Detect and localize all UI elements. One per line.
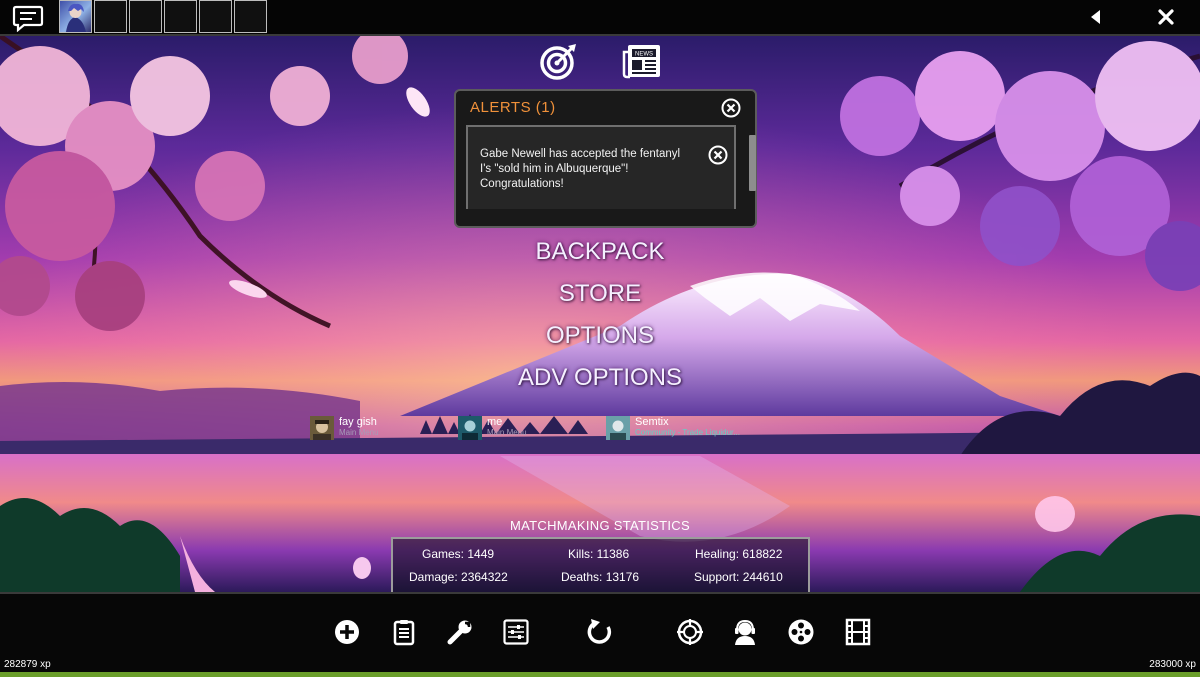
menu-options[interactable]: OPTIONS bbox=[450, 322, 750, 350]
wrench-icon[interactable] bbox=[446, 618, 474, 646]
stat-deaths: Deaths: 13176 bbox=[561, 570, 640, 584]
party-slot-empty[interactable] bbox=[199, 0, 232, 33]
stat-games: Games: 1449 bbox=[422, 547, 495, 561]
friend-name: Semtix bbox=[635, 416, 669, 428]
close-x-icon[interactable] bbox=[1156, 7, 1176, 27]
sliders-icon[interactable] bbox=[502, 618, 530, 646]
avatar bbox=[310, 416, 334, 440]
friend-status: Main Menu bbox=[339, 428, 379, 437]
clipboard-icon[interactable] bbox=[390, 618, 418, 646]
alerts-list: Gabe Newell has accepted the fentanyl I'… bbox=[466, 125, 736, 209]
party-slot-empty[interactable] bbox=[129, 0, 162, 33]
stat-healing: Healing: 618822 bbox=[695, 547, 783, 561]
film-strip-icon[interactable] bbox=[844, 618, 872, 646]
alert-message: Gabe Newell has accepted the fentanyl I'… bbox=[480, 148, 681, 190]
top-bar bbox=[0, 0, 1200, 36]
target-icon[interactable] bbox=[538, 42, 578, 82]
friend-name: fay gish bbox=[339, 416, 377, 428]
close-circle-icon[interactable] bbox=[708, 145, 728, 165]
party-slot-empty[interactable] bbox=[94, 0, 127, 33]
friend-status: Community - Trade Liquidur... bbox=[635, 428, 740, 437]
triangle-left-icon[interactable] bbox=[1086, 7, 1106, 27]
party-slots bbox=[59, 0, 269, 33]
xp-current: 282879 xp bbox=[4, 659, 51, 670]
friend-item[interactable]: fay gish Main Menu bbox=[310, 416, 430, 442]
party-slot-avatar[interactable] bbox=[59, 0, 92, 33]
bottom-bar: 282879 xp 283000 xp bbox=[0, 592, 1200, 677]
party-slot-empty[interactable] bbox=[164, 0, 197, 33]
crosshair-icon[interactable] bbox=[676, 618, 704, 646]
alerts-scrollbar[interactable] bbox=[749, 135, 756, 191]
refresh-icon[interactable] bbox=[586, 618, 614, 646]
plus-circle-icon[interactable] bbox=[333, 618, 361, 646]
news-badge: NEWS bbox=[635, 52, 653, 58]
stat-damage: Damage: 2364322 bbox=[409, 570, 508, 584]
headset-support-icon[interactable] bbox=[731, 618, 759, 646]
stat-kills: Kills: 11386 bbox=[568, 547, 630, 561]
close-circle-icon[interactable] bbox=[721, 98, 741, 118]
menu-store[interactable]: STORE bbox=[450, 280, 750, 308]
friend-item[interactable]: me Main Menu bbox=[458, 416, 578, 442]
menu-adv-options[interactable]: ADV OPTIONS bbox=[450, 364, 750, 392]
film-reel-icon[interactable] bbox=[787, 618, 815, 646]
menu-backpack[interactable]: BACKPACK bbox=[450, 238, 750, 266]
avatar bbox=[606, 416, 630, 440]
xp-next-level: 283000 xp bbox=[1149, 659, 1196, 670]
avatar bbox=[458, 416, 482, 440]
stat-support: Support: 244610 bbox=[694, 570, 783, 584]
party-slot-empty[interactable] bbox=[234, 0, 267, 33]
stats-title: MATCHMAKING STATISTICS bbox=[510, 518, 690, 533]
alerts-panel: ALERTS (1) Gabe Newell has accepted the … bbox=[454, 89, 757, 228]
chat-bubble-icon[interactable] bbox=[12, 4, 44, 33]
news-icon[interactable]: NEWS bbox=[622, 42, 662, 80]
alerts-title: ALERTS (1) bbox=[470, 99, 556, 116]
friend-status: Main Menu bbox=[487, 428, 527, 437]
stats-panel: Games: 1449 Kills: 11386 Healing: 618822… bbox=[391, 537, 810, 592]
friend-item[interactable]: Semtix Community - Trade Liquidur... bbox=[606, 416, 766, 442]
friend-name: me bbox=[487, 416, 503, 428]
